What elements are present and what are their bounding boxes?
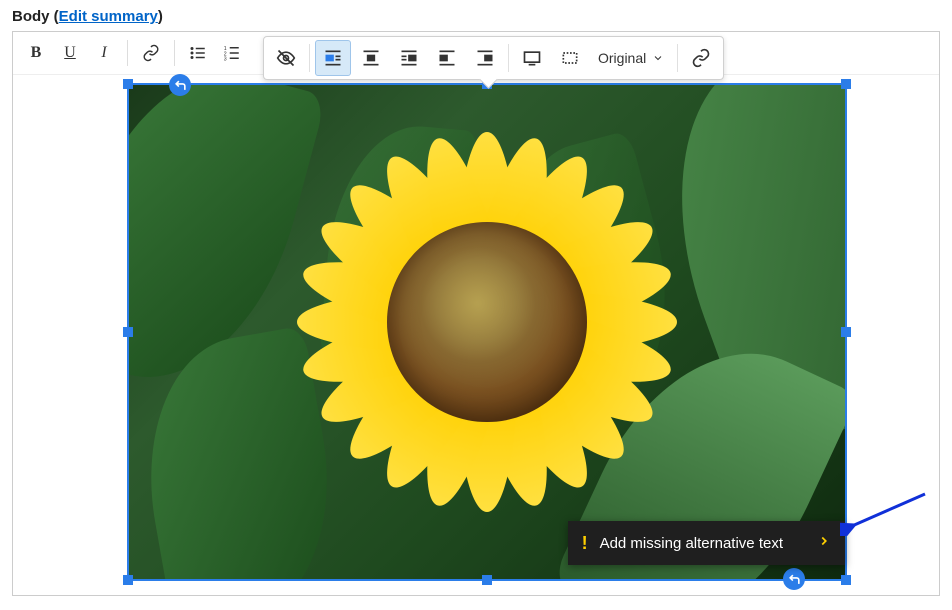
main-toolbar: B U I 123 xyxy=(13,32,939,75)
chevron-right-icon xyxy=(817,534,831,552)
bullet-list-button[interactable] xyxy=(181,36,215,70)
resize-handle-tr[interactable] xyxy=(841,79,851,89)
underline-button[interactable]: U xyxy=(53,36,87,70)
image-link-button[interactable] xyxy=(683,40,719,76)
alt-text-warning-label: Add missing alternative text xyxy=(600,535,783,552)
warning-icon: ! xyxy=(582,533,588,554)
toolbar-separator xyxy=(174,40,175,66)
align-break-left-button[interactable] xyxy=(315,40,351,76)
toolbar-separator xyxy=(508,44,509,72)
viewmode-custom-button[interactable] xyxy=(552,40,588,76)
toolbar-separator xyxy=(127,40,128,66)
toggle-visibility-button[interactable] xyxy=(268,40,304,76)
align-center-button[interactable] xyxy=(353,40,389,76)
body-label: Body xyxy=(12,8,50,25)
insert-paragraph-before[interactable] xyxy=(169,74,191,96)
resize-handle-tl[interactable] xyxy=(123,79,133,89)
insert-paragraph-after[interactable] xyxy=(783,568,805,590)
image-content xyxy=(129,85,845,579)
editor: B U I 123 xyxy=(12,31,940,596)
chevron-down-icon xyxy=(652,52,664,64)
editor-canvas[interactable]: ! Add missing alternative text xyxy=(13,75,939,595)
edit-summary-link[interactable]: Edit summary xyxy=(59,8,158,25)
resize-handle-ml[interactable] xyxy=(123,327,133,337)
align-left-button[interactable] xyxy=(429,40,465,76)
align-right-button[interactable] xyxy=(467,40,503,76)
resize-handle-bc[interactable] xyxy=(482,575,492,585)
alt-text-warning[interactable]: ! Add missing alternative text xyxy=(568,521,845,565)
resize-handle-br[interactable] xyxy=(841,575,851,585)
bold-button[interactable]: B xyxy=(19,36,53,70)
field-label: Body (Edit summary) xyxy=(12,8,940,25)
align-break-right-button[interactable] xyxy=(391,40,427,76)
viewmode-full-button[interactable] xyxy=(514,40,550,76)
numbered-list-button[interactable]: 123 xyxy=(215,36,249,70)
image-size-dropdown[interactable]: Original xyxy=(589,40,673,76)
annotation-arrow xyxy=(840,486,930,539)
selected-image[interactable]: ! Add missing alternative text xyxy=(127,83,847,581)
image-toolbar: Original xyxy=(263,36,724,80)
resize-handle-mr[interactable] xyxy=(841,327,851,337)
image-size-label: Original xyxy=(598,50,646,66)
italic-button[interactable]: I xyxy=(87,36,121,70)
resize-handle-bl[interactable] xyxy=(123,575,133,585)
toolbar-separator xyxy=(677,44,678,72)
svg-text:3: 3 xyxy=(224,57,227,63)
toolbar-separator xyxy=(309,44,310,72)
link-button[interactable] xyxy=(134,36,168,70)
